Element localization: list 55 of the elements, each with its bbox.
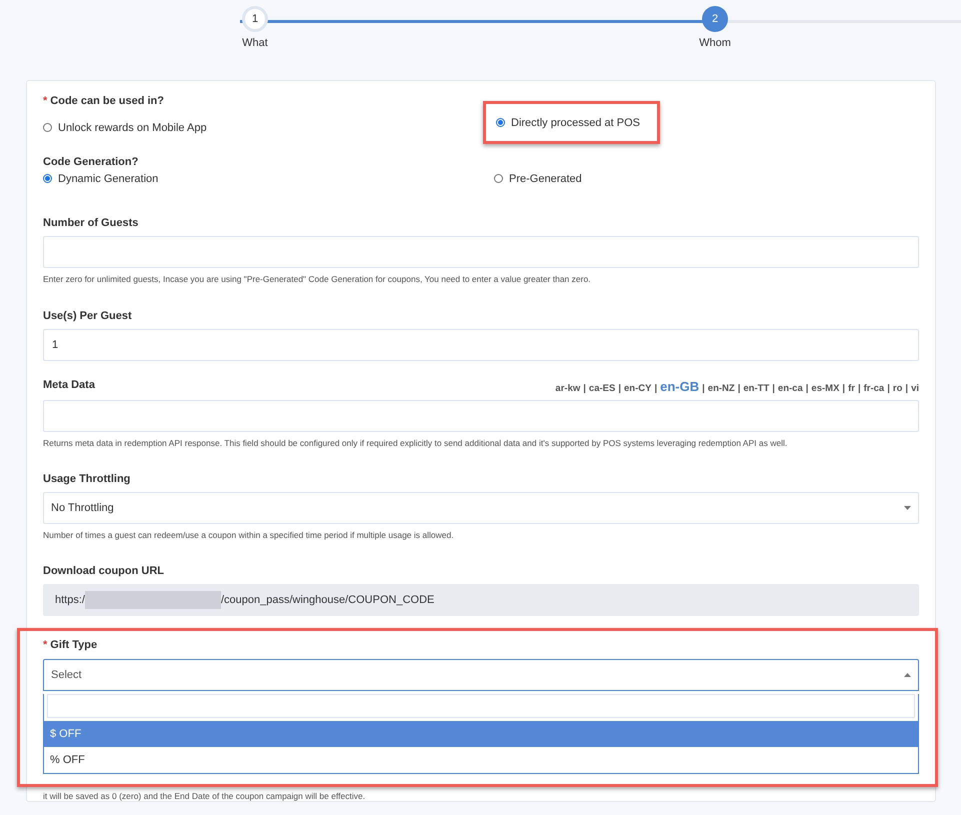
help-text: Returns meta data in redemption API response. This field should be configured only if required explicitly to send additional data and it's supported by POS systems leveraging redemption API as well. [43, 438, 788, 448]
radio-option[interactable]: Unlock rewards on Mobile App [43, 122, 494, 134]
step-label: What [242, 37, 268, 49]
separator-text: | [618, 382, 621, 394]
separator-text: | [738, 382, 740, 394]
language-link[interactable]: vi [911, 382, 919, 394]
separator-text: | [858, 382, 861, 394]
separator-text: | [583, 382, 586, 394]
step-circle[interactable]: 2 [702, 6, 728, 32]
field-label: Usage Throttling [43, 472, 132, 484]
separator-text: | [702, 382, 705, 394]
language-link[interactable]: fr-ca [864, 382, 884, 394]
separator-text: | [654, 382, 658, 394]
field-label: Code Generation? [43, 156, 140, 168]
input-field[interactable] [43, 236, 919, 268]
field-label: Download coupon URL [43, 564, 165, 576]
field-label: Use(s) Per Guest [43, 310, 133, 322]
separator-text: | [806, 382, 808, 394]
help-text: Number of times a guest can redeem/use a coupon within a specified time period if multiple usage is allowed. [43, 530, 455, 540]
separator-text: | [842, 382, 846, 394]
language-link[interactable]: fr [848, 382, 855, 394]
search-field[interactable] [47, 694, 915, 718]
caret-icon [904, 672, 911, 676]
field-label: Code can be used in? [50, 95, 164, 107]
required-mark: * [43, 95, 48, 107]
language-link[interactable]: en-CY [624, 382, 652, 394]
language-link[interactable]: es-MX [811, 382, 840, 394]
required-mark: * [43, 638, 48, 650]
select-field[interactable]: No Throttling [43, 492, 919, 524]
language-link[interactable]: ro [892, 382, 902, 394]
language-link[interactable]: ca-ES [588, 382, 616, 394]
language-link[interactable]: en-GB [660, 378, 700, 394]
field-label: Number of Guests [43, 216, 140, 228]
separator-text: | [772, 382, 775, 394]
input-field[interactable] [43, 400, 919, 432]
field-label: Gift Type [50, 638, 98, 650]
step-circle[interactable]: 1 [242, 6, 268, 32]
radio-option[interactable]: Dynamic Generation [43, 172, 494, 184]
language-link[interactable]: ar-kw [555, 382, 580, 394]
separator-text: | [905, 382, 908, 394]
step-label: Whom [699, 37, 731, 49]
language-link[interactable]: en-NZ [708, 382, 735, 394]
help-text: it will be saved as 0 (zero) and the End Date of the coupon campaign will be effective. [43, 790, 366, 800]
caret-icon [904, 506, 911, 510]
radio-option[interactable]: Pre-Generated [494, 172, 919, 184]
url-field: https:/ /coupon_pass/winghouse/COUPON_CODE [43, 584, 919, 616]
help-text: Enter zero for unlimited guests, Incase you are using "Pre-Generated" Code Generation for coupons, You need to enter a value greater than zero. [43, 274, 592, 284]
separator-text: | [887, 382, 890, 394]
language-link[interactable]: en-ca [778, 382, 803, 394]
dropdown-option[interactable]: $ OFF [44, 720, 918, 746]
radio-option[interactable]: Directly processed at POS [496, 116, 640, 128]
select-field[interactable]: Select [43, 658, 919, 690]
language-link[interactable]: en-TT [743, 382, 770, 394]
field-label: Meta Data [43, 378, 95, 390]
input-field[interactable]: 1 [43, 328, 919, 360]
